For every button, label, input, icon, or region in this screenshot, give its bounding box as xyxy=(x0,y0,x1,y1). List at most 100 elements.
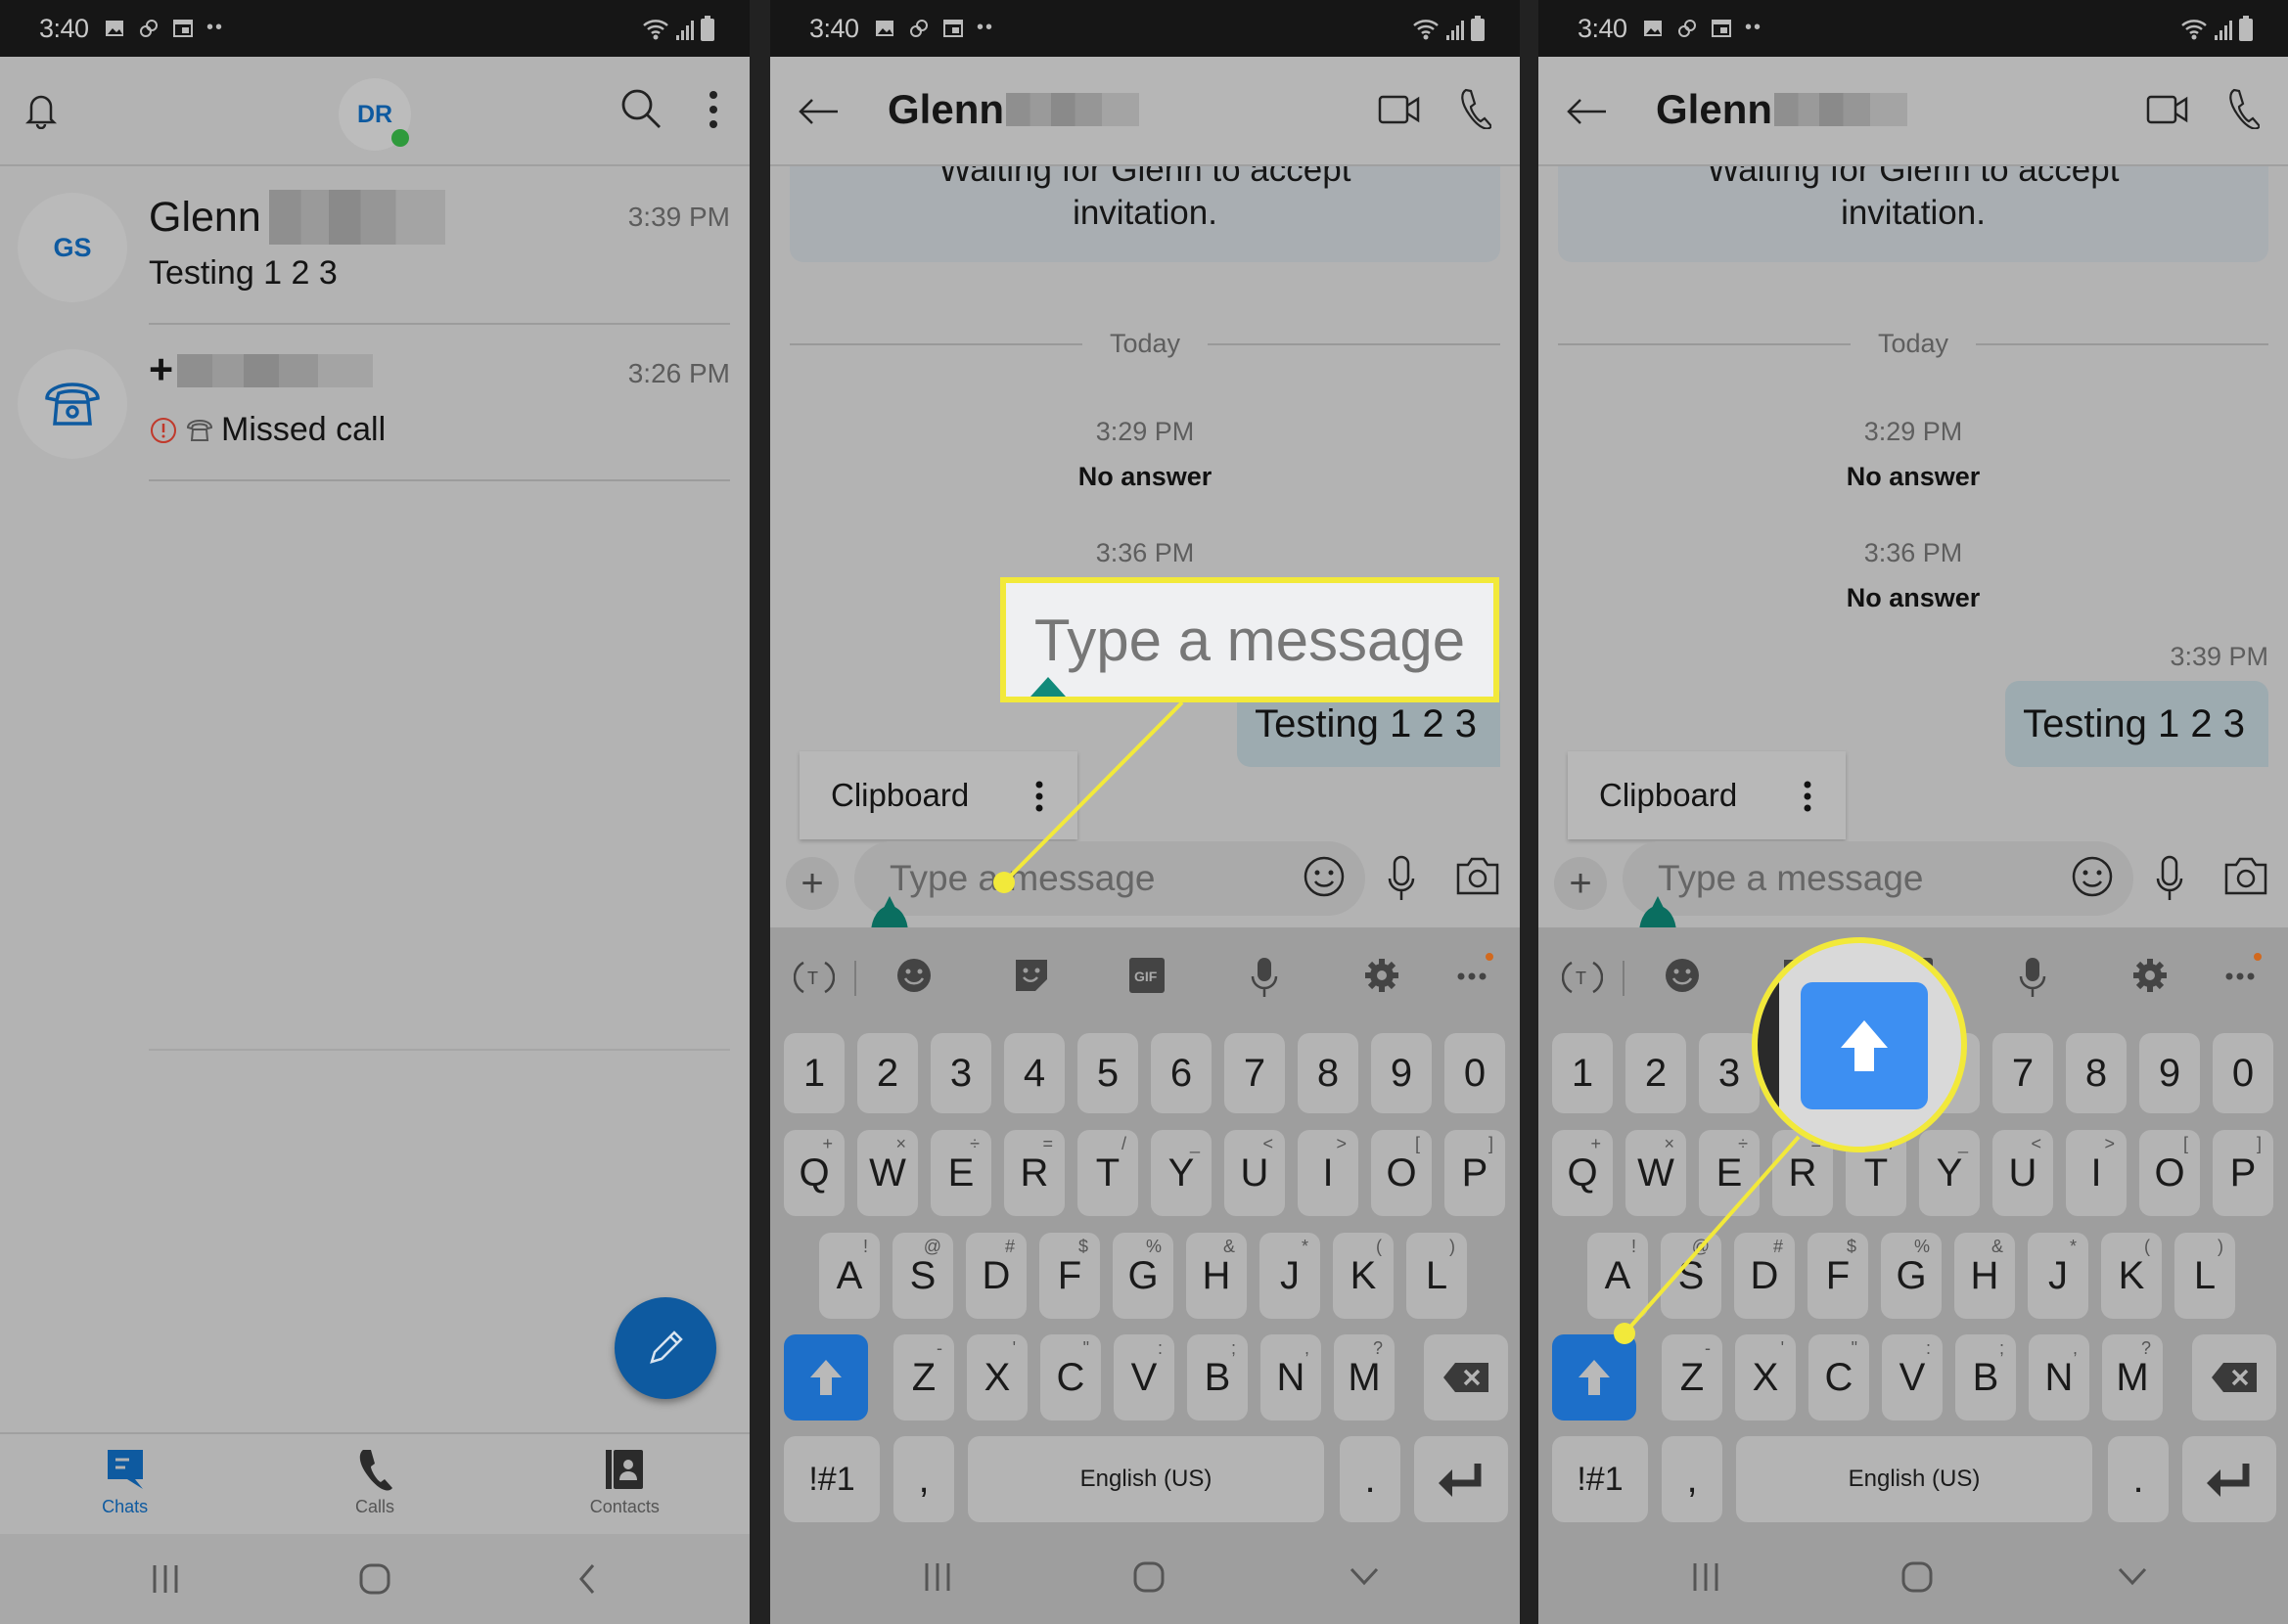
microphone-icon[interactable] xyxy=(2155,855,2184,902)
hide-keyboard-icon[interactable] xyxy=(1348,1557,1381,1597)
attach-button[interactable]: + xyxy=(786,857,839,910)
recent-apps-icon[interactable] xyxy=(1691,1557,1720,1597)
key-j[interactable]: J * xyxy=(1259,1233,1320,1319)
key-f[interactable]: F $ xyxy=(1039,1233,1100,1319)
key-1[interactable]: 1 xyxy=(1552,1033,1613,1113)
emoji-icon[interactable] xyxy=(2071,855,2114,898)
microphone-icon[interactable] xyxy=(1250,957,1279,998)
key-f[interactable]: F $ xyxy=(1808,1233,1868,1319)
emoji-icon[interactable] xyxy=(1303,855,1346,898)
sticker-icon[interactable] xyxy=(1013,957,1050,994)
message-input[interactable]: Type a message xyxy=(1623,841,2133,916)
key-y[interactable]: Y _ xyxy=(1919,1130,1980,1216)
key-r[interactable]: R= xyxy=(1004,1130,1065,1216)
more-vertical-icon[interactable] xyxy=(1803,781,1812,812)
back-button[interactable] xyxy=(1564,92,1609,131)
notifications-button[interactable] xyxy=(22,88,61,131)
emoji-icon[interactable] xyxy=(895,957,933,994)
key-9[interactable]: 9 xyxy=(1371,1033,1432,1113)
recent-apps-icon[interactable] xyxy=(151,1559,180,1599)
settings-icon[interactable] xyxy=(2131,957,2169,994)
key-k[interactable]: K( xyxy=(1333,1233,1394,1319)
key-a[interactable]: A! xyxy=(1587,1233,1648,1319)
key-v[interactable]: V: xyxy=(1114,1334,1174,1421)
key-u[interactable]: U < xyxy=(1224,1130,1285,1216)
key-l[interactable]: L) xyxy=(1406,1233,1467,1319)
more-vertical-icon[interactable] xyxy=(1034,781,1044,812)
key-e[interactable]: E ÷ xyxy=(931,1130,991,1216)
clipboard-popup[interactable]: Clipboard xyxy=(800,751,1077,839)
key-c[interactable]: C " xyxy=(1808,1334,1869,1421)
voice-call-button[interactable] xyxy=(2223,86,2263,131)
backspace-key[interactable] xyxy=(2192,1334,2276,1421)
key-t[interactable]: T/ xyxy=(1077,1130,1138,1216)
key-o[interactable]: O[ xyxy=(2139,1130,2200,1216)
key-4[interactable]: 4 xyxy=(1004,1033,1065,1113)
message-input[interactable]: Type a message xyxy=(854,841,1365,916)
clipboard-popup[interactable]: Clipboard xyxy=(1568,751,1846,839)
video-call-button[interactable] xyxy=(1377,90,1422,129)
key-o[interactable]: O[ xyxy=(1371,1130,1432,1216)
home-icon[interactable] xyxy=(1900,1557,1934,1597)
period-key[interactable]: . xyxy=(2108,1436,2169,1522)
key-s[interactable]: S @ xyxy=(1661,1233,1721,1319)
chat-list-item[interactable]: GS Glenn 3:39 PM Testing 1 2 3 xyxy=(0,168,750,325)
voice-call-button[interactable] xyxy=(1455,86,1494,131)
video-call-button[interactable] xyxy=(2145,90,2190,129)
back-icon[interactable] xyxy=(575,1559,599,1599)
comma-key[interactable]: , xyxy=(893,1436,954,1522)
key-i[interactable]: I > xyxy=(1298,1130,1358,1216)
key-0[interactable]: 0 xyxy=(1444,1033,1505,1113)
key-7[interactable]: 7 xyxy=(1224,1033,1285,1113)
key-p[interactable]: P] xyxy=(2213,1130,2273,1216)
home-icon[interactable] xyxy=(358,1559,391,1599)
key-h[interactable]: H & xyxy=(1186,1233,1247,1319)
key-i[interactable]: I > xyxy=(2066,1130,2127,1216)
more-horizontal-icon[interactable] xyxy=(1455,951,1494,990)
key-d[interactable]: D # xyxy=(1734,1233,1795,1319)
key-w[interactable]: W × xyxy=(1625,1130,1686,1216)
search-button[interactable] xyxy=(618,86,664,131)
symbols-key[interactable]: !#1 xyxy=(784,1436,880,1522)
key-h[interactable]: H & xyxy=(1954,1233,2015,1319)
outgoing-message-bubble[interactable]: Testing 1 2 3 xyxy=(2005,681,2268,767)
key-b[interactable]: B; xyxy=(1955,1334,2016,1421)
text-translate-icon[interactable]: T xyxy=(1562,957,1603,998)
key-7[interactable]: 7 xyxy=(1992,1033,2053,1113)
text-translate-icon[interactable]: T xyxy=(794,957,835,998)
enter-key[interactable] xyxy=(2182,1436,2276,1522)
key-e[interactable]: E ÷ xyxy=(1699,1130,1760,1216)
settings-icon[interactable] xyxy=(1363,957,1400,994)
key-g[interactable]: G% xyxy=(1113,1233,1173,1319)
backspace-key[interactable] xyxy=(1424,1334,1508,1421)
key-8[interactable]: 8 xyxy=(1298,1033,1358,1113)
key-n[interactable]: N, xyxy=(1260,1334,1321,1421)
back-button[interactable] xyxy=(796,92,841,131)
shift-key[interactable] xyxy=(1552,1334,1636,1421)
gif-icon[interactable]: GIF xyxy=(1128,957,1166,994)
key-q[interactable]: Q + xyxy=(1552,1130,1613,1216)
enter-key[interactable] xyxy=(1414,1436,1508,1522)
symbols-key[interactable]: !#1 xyxy=(1552,1436,1648,1522)
period-key[interactable]: . xyxy=(1340,1436,1400,1522)
key-m[interactable]: M? xyxy=(2102,1334,2163,1421)
key-x[interactable]: X ' xyxy=(967,1334,1028,1421)
key-j[interactable]: J * xyxy=(2028,1233,2088,1319)
more-horizontal-icon[interactable] xyxy=(2223,951,2263,990)
camera-icon[interactable] xyxy=(2223,855,2268,896)
spacebar-key[interactable]: English (US) xyxy=(1736,1436,2092,1522)
key-g[interactable]: G% xyxy=(1881,1233,1942,1319)
key-k[interactable]: K( xyxy=(2101,1233,2162,1319)
overflow-menu-button[interactable] xyxy=(699,88,728,131)
key-v[interactable]: V: xyxy=(1882,1334,1943,1421)
key-2[interactable]: 2 xyxy=(857,1033,918,1113)
key-y[interactable]: Y _ xyxy=(1151,1130,1212,1216)
key-3[interactable]: 3 xyxy=(1699,1033,1760,1113)
recent-apps-icon[interactable] xyxy=(923,1557,952,1597)
home-icon[interactable] xyxy=(1132,1557,1166,1597)
key-8[interactable]: 8 xyxy=(2066,1033,2127,1113)
key-z[interactable]: Z- xyxy=(1662,1334,1722,1421)
key-6[interactable]: 6 xyxy=(1151,1033,1212,1113)
emoji-icon[interactable] xyxy=(1664,957,1701,994)
key-2[interactable]: 2 xyxy=(1625,1033,1686,1113)
